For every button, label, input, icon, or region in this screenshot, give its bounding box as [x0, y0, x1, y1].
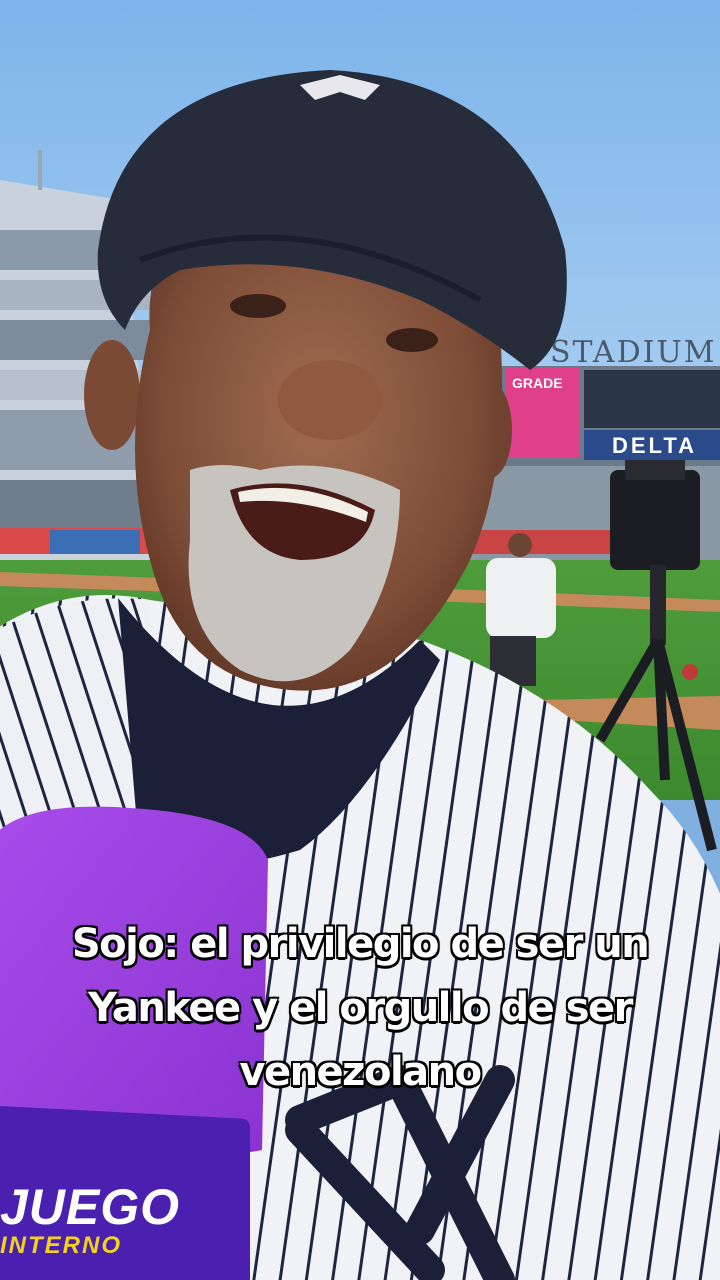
caption-line-1: Sojo: el privilegio de ser un: [71, 921, 650, 967]
caption-line-3: venezolano: [239, 1049, 482, 1095]
pink-board-text: GRADE: [512, 375, 563, 391]
mic-flag-sub: INTERNO: [0, 1232, 122, 1259]
video-caption: Sojo: el privilegio de ser un Yankee y e…: [40, 912, 680, 1104]
mic-flag-brand: JUEGO: [0, 1179, 181, 1235]
video-frame: STADIUM GRADE DELTA JUEGO INTERNO Sojo: …: [0, 0, 720, 1280]
caption-line-2: Yankee y el orgullo de ser: [88, 985, 633, 1031]
stadium-sign: STADIUM: [550, 335, 717, 370]
sponsor-board-text: DELTA: [612, 433, 697, 458]
